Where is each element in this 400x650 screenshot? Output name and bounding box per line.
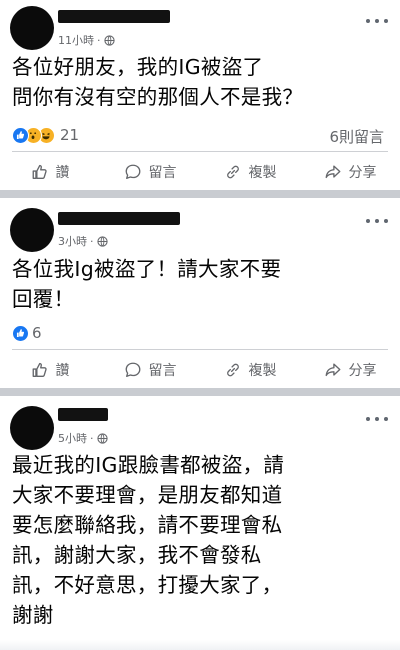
like-button[interactable]: 讚 (0, 355, 100, 385)
post-text: 最近我的IG跟臉書都被盜，請 大家不要理會，是朋友都知道 要怎麼聯絡我，請不要理… (12, 453, 285, 627)
action-bar: 讚 留言 複製 分享 (0, 157, 400, 187)
avatar[interactable] (10, 208, 54, 252)
post-header: 5小時 · (0, 396, 400, 450)
post-timestamp[interactable]: 5小時 (58, 430, 87, 446)
copy-label: 複製 (248, 165, 277, 181)
reaction-count: 21 (60, 126, 80, 144)
post-header: 11小時 · (0, 0, 400, 52)
action-bar: 讚 留言 複製 分享 (0, 355, 400, 385)
post-separator (0, 190, 400, 198)
globe-icon (96, 235, 108, 247)
like-label: 讚 (55, 165, 70, 181)
meta-separator: · (97, 33, 101, 47)
globe-icon (96, 432, 108, 444)
meta-separator: · (90, 431, 94, 445)
comment-label: 留言 (148, 165, 177, 181)
divider (12, 349, 388, 350)
meta-separator: · (90, 234, 94, 248)
post-timestamp[interactable]: 3小時 (58, 233, 87, 249)
more-options-icon[interactable] (366, 16, 388, 26)
author-name-redacted[interactable] (58, 10, 170, 23)
share-button[interactable]: 分享 (300, 355, 400, 385)
like-reaction-icon (12, 324, 29, 342)
share-button[interactable]: 分享 (300, 157, 400, 187)
comment-count[interactable]: 6則留言 (329, 126, 384, 147)
reaction-summary[interactable]: 6 (12, 324, 42, 342)
avatar[interactable] (10, 6, 54, 50)
post-meta: 5小時 · (58, 430, 108, 446)
more-options-icon[interactable] (366, 414, 388, 424)
comment-label: 留言 (148, 363, 177, 379)
more-options-icon[interactable] (366, 216, 388, 226)
copy-label: 複製 (248, 363, 277, 379)
copy-button[interactable]: 複製 (200, 355, 300, 385)
reaction-count: 6 (32, 324, 42, 342)
share-label: 分享 (348, 165, 377, 181)
post-card: 3小時 · 各位我Ig被盜了！請大家不要 回覆！ 6 讚 留言 複製 分享 (0, 198, 400, 388)
thumbs-up-icon (32, 362, 47, 377)
copy-button[interactable]: 複製 (200, 157, 300, 187)
like-reaction-icon (12, 126, 29, 144)
post-separator (0, 388, 400, 396)
globe-icon (103, 34, 115, 46)
link-icon (226, 165, 239, 179)
divider (12, 151, 388, 152)
share-label: 分享 (348, 363, 377, 379)
post-meta: 11小時 · (58, 32, 115, 48)
link-icon (226, 363, 239, 377)
post-text: 各位我Ig被盜了！請大家不要 回覆！ (12, 257, 282, 311)
post-text: 各位好朋友，我的IG被盜了 問你有沒有空的那個人不是我？ (12, 55, 304, 109)
share-arrow-icon (325, 165, 340, 179)
thumbs-up-icon (32, 164, 47, 179)
avatar[interactable] (10, 406, 54, 450)
author-name-redacted[interactable] (58, 408, 108, 421)
author-name-redacted[interactable] (58, 212, 180, 225)
comment-bubble-icon (125, 362, 140, 377)
reaction-summary[interactable]: 21 (12, 126, 79, 144)
post-meta: 3小時 · (58, 233, 108, 249)
scroll-edge (0, 640, 400, 650)
comment-bubble-icon (125, 164, 140, 179)
share-arrow-icon (325, 363, 340, 377)
like-button[interactable]: 讚 (0, 157, 100, 187)
like-label: 讚 (55, 363, 70, 379)
post-card: 11小時 · 各位好朋友，我的IG被盜了 問你有沒有空的那個人不是我？ 21 6… (0, 0, 400, 190)
post-timestamp[interactable]: 11小時 (58, 32, 94, 48)
post-card: 5小時 · 最近我的IG跟臉書都被盜，請 大家不要理會，是朋友都知道 要怎麼聯絡… (0, 396, 400, 650)
comment-button[interactable]: 留言 (100, 355, 200, 385)
comment-button[interactable]: 留言 (100, 157, 200, 187)
post-header: 3小時 · (0, 198, 400, 252)
